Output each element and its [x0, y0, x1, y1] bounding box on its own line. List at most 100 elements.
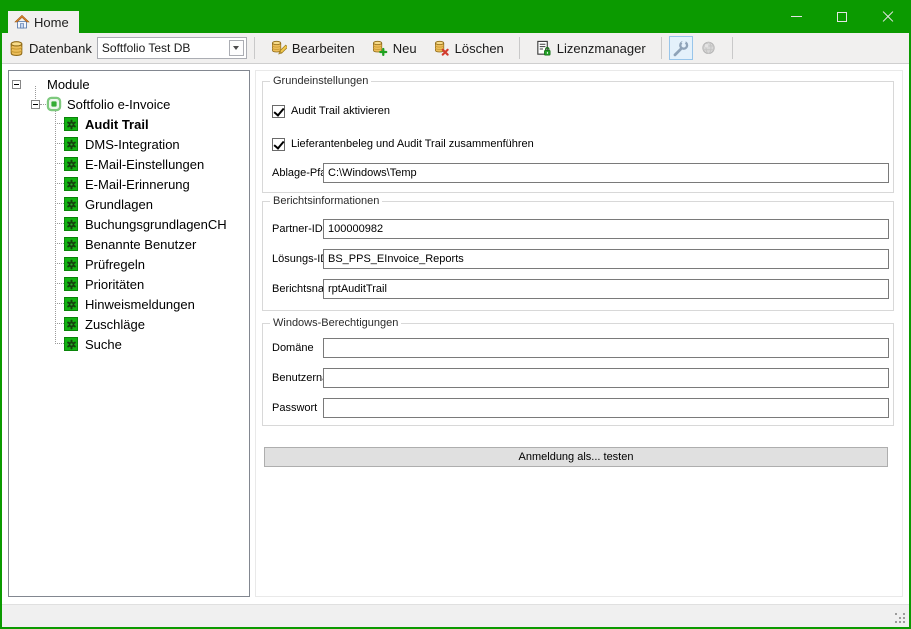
tree-item-zuschlaege[interactable]: Zuschläge — [9, 314, 249, 334]
close-icon — [882, 11, 894, 23]
loesungs-id-label: Lösungs-ID — [272, 249, 328, 269]
tree-item-label: BuchungsgrundlagenCH — [85, 217, 227, 232]
partner-id-input[interactable] — [323, 219, 889, 239]
tree-item-label: E-Mail-Erinnerung — [85, 177, 190, 192]
module-gear-icon — [64, 237, 78, 251]
tab-home-label: Home — [34, 15, 69, 30]
tree-parent-label: Softfolio e-Invoice — [67, 97, 170, 112]
module-tree: Module Softfolio e-Invoice Audit Trail — [9, 71, 249, 354]
tree-item-suche[interactable]: Suche — [9, 334, 249, 354]
tree-item-pruefregeln[interactable]: Prüfregeln — [9, 254, 249, 274]
tree-item-label: Prioritäten — [85, 277, 144, 292]
module-gear-icon — [64, 297, 78, 311]
minimize-button[interactable] — [773, 0, 819, 33]
domaene-label: Domäne — [272, 338, 314, 358]
tree-root-label: Module — [47, 77, 90, 92]
database-label: Datenbank — [29, 41, 92, 56]
database-select[interactable]: Softfolio Test DB — [97, 37, 247, 59]
chevron-down-icon — [233, 46, 239, 50]
collapse-icon[interactable] — [31, 100, 40, 109]
module-gear-icon — [64, 277, 78, 291]
tree-item-prioritaeten[interactable]: Prioritäten — [9, 274, 249, 294]
maximize-button[interactable] — [819, 0, 865, 33]
toolbar-separator — [732, 37, 733, 59]
module-gear-icon — [64, 177, 78, 191]
tree-item-label: E-Mail-Einstellungen — [85, 157, 204, 172]
settings-wrench-button[interactable] — [669, 36, 693, 60]
tree-item-label: Hinweismeldungen — [85, 297, 195, 312]
product-icon — [46, 96, 62, 112]
tree-connector — [55, 111, 56, 344]
benutzername-input[interactable] — [323, 368, 889, 388]
tree-item-grundlagen[interactable]: Grundlagen — [9, 194, 249, 214]
module-gear-icon — [64, 257, 78, 271]
tree-item-email-erinnerung[interactable]: E-Mail-Erinnerung — [9, 174, 249, 194]
close-button[interactable] — [865, 0, 911, 33]
maximize-icon — [837, 12, 847, 22]
tree-item-hinweismeldungen[interactable]: Hinweismeldungen — [9, 294, 249, 314]
tree-connector — [35, 86, 36, 99]
group-title: Berichtsinformationen — [270, 195, 382, 207]
database-icon — [8, 40, 25, 57]
combo-dropdown-button[interactable] — [229, 40, 244, 56]
test-login-button[interactable]: Anmeldung als... testen — [264, 447, 888, 467]
license-manager-button[interactable]: Lizenzmanager — [527, 36, 654, 61]
settings-panel: Grundeinstellungen Audit Trail aktiviere… — [255, 70, 903, 597]
group-grundeinstellungen: Grundeinstellungen Audit Trail aktiviere… — [262, 81, 894, 193]
tree-item-label: DMS-Integration — [85, 137, 180, 152]
window-controls — [773, 0, 911, 33]
tree-item-benannte-benutzer[interactable]: Benannte Benutzer — [9, 234, 249, 254]
berichtsname-input[interactable] — [323, 279, 889, 299]
globe-icon — [700, 40, 717, 57]
module-tree-panel: Module Softfolio e-Invoice Audit Trail — [8, 70, 250, 597]
tree-item-buchungsgrundlagench[interactable]: BuchungsgrundlagenCH — [9, 214, 249, 234]
new-database-icon — [371, 40, 388, 57]
toolbar: Datenbank Softfolio Test DB Bearbeiten — [2, 33, 909, 64]
tree-item-dms-integration[interactable]: DMS-Integration — [9, 134, 249, 154]
module-gear-icon — [64, 317, 78, 331]
domaene-input[interactable] — [323, 338, 889, 358]
status-bar — [2, 604, 909, 627]
database-select-value: Softfolio Test DB — [102, 41, 229, 55]
edit-button-label: Bearbeiten — [292, 41, 355, 56]
delete-button-label: Löschen — [455, 41, 504, 56]
zusammenfuehren-checkbox[interactable] — [272, 138, 285, 151]
group-title: Grundeinstellungen — [270, 75, 371, 87]
group-windows-berechtigungen: Windows-Berechtigungen Domäne Benutzerna… — [262, 323, 894, 426]
help-globe-button[interactable] — [697, 36, 721, 60]
tree-item-label: Benannte Benutzer — [85, 237, 196, 252]
new-button-label: Neu — [393, 41, 417, 56]
partner-id-label: Partner-ID — [272, 219, 323, 239]
checkbox-label: Lieferantenbeleg und Audit Trail zusamme… — [291, 138, 534, 150]
minimize-icon — [791, 16, 802, 17]
loesungs-id-input[interactable] — [323, 249, 889, 269]
edit-database-icon — [270, 40, 287, 57]
passwort-label: Passwort — [272, 398, 317, 418]
new-button[interactable]: Neu — [363, 36, 425, 61]
module-gear-icon — [64, 137, 78, 151]
wrench-icon — [672, 40, 689, 57]
delete-database-icon — [433, 40, 450, 57]
delete-button[interactable]: Löschen — [425, 36, 512, 61]
tree-item-audit-trail[interactable]: Audit Trail — [9, 114, 249, 134]
home-icon — [14, 14, 30, 30]
resize-grip-icon[interactable] — [895, 613, 907, 625]
audit-trail-aktivieren-row: Audit Trail aktivieren — [272, 101, 390, 121]
passwort-input[interactable] — [323, 398, 889, 418]
license-manager-label: Lizenzmanager — [557, 41, 646, 56]
tree-item-label: Prüfregeln — [85, 257, 145, 272]
collapse-icon[interactable] — [12, 80, 21, 89]
tree-item-email-einstellungen[interactable]: E-Mail-Einstellungen — [9, 154, 249, 174]
module-gear-icon — [64, 197, 78, 211]
audit-trail-aktivieren-checkbox[interactable] — [272, 105, 285, 118]
module-gear-icon — [64, 337, 78, 351]
title-bar: Home — [0, 0, 911, 33]
license-document-lock-icon — [535, 40, 552, 57]
tree-item-module-root[interactable]: Module — [9, 74, 249, 94]
module-gear-icon — [64, 157, 78, 171]
tab-home[interactable]: Home — [8, 11, 79, 33]
toolbar-separator — [254, 37, 255, 59]
ablage-pfad-input[interactable] — [323, 163, 889, 183]
edit-button[interactable]: Bearbeiten — [262, 36, 363, 61]
module-gear-icon — [64, 117, 78, 131]
